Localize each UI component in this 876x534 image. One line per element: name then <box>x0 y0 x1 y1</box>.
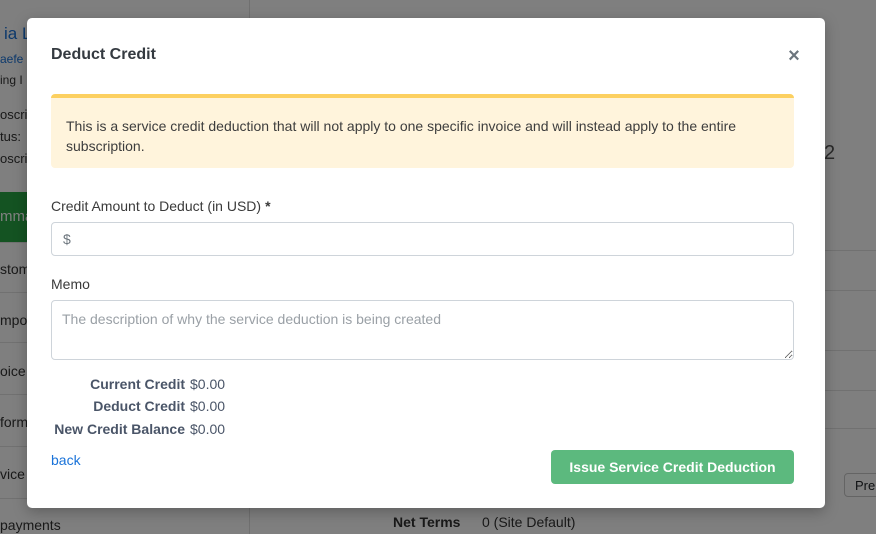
new-balance-value: $0.00 <box>190 421 226 437</box>
close-button[interactable]: × <box>785 46 803 66</box>
amount-label: Credit Amount to Deduct (in USD) * <box>51 198 271 214</box>
required-mark: * <box>265 198 271 214</box>
current-credit-label: Current Credit <box>90 376 185 392</box>
currency-prefix: $ <box>63 231 71 247</box>
memo-textarea[interactable] <box>51 300 794 360</box>
deduct-credit-label: Deduct Credit <box>93 398 185 414</box>
deduct-credit-value: $0.00 <box>190 398 226 414</box>
alert-text: This is a service credit deduction that … <box>66 118 737 154</box>
back-link[interactable]: back <box>51 452 81 468</box>
current-credit-value: $0.00 <box>190 376 226 392</box>
amount-label-text: Credit Amount to Deduct (in USD) <box>51 198 262 214</box>
warning-alert: This is a service credit deduction that … <box>51 94 794 168</box>
close-icon: × <box>788 45 800 67</box>
memo-label: Memo <box>51 276 90 292</box>
new-balance-label: New Credit Balance <box>54 421 185 437</box>
deduct-credit-modal: Deduct Credit × This is a service credit… <box>27 18 825 508</box>
amount-input-group: $ <box>51 222 794 256</box>
credit-amount-input[interactable] <box>76 223 786 255</box>
modal-title: Deduct Credit <box>51 46 156 63</box>
issue-deduction-button[interactable]: Issue Service Credit Deduction <box>551 450 794 484</box>
